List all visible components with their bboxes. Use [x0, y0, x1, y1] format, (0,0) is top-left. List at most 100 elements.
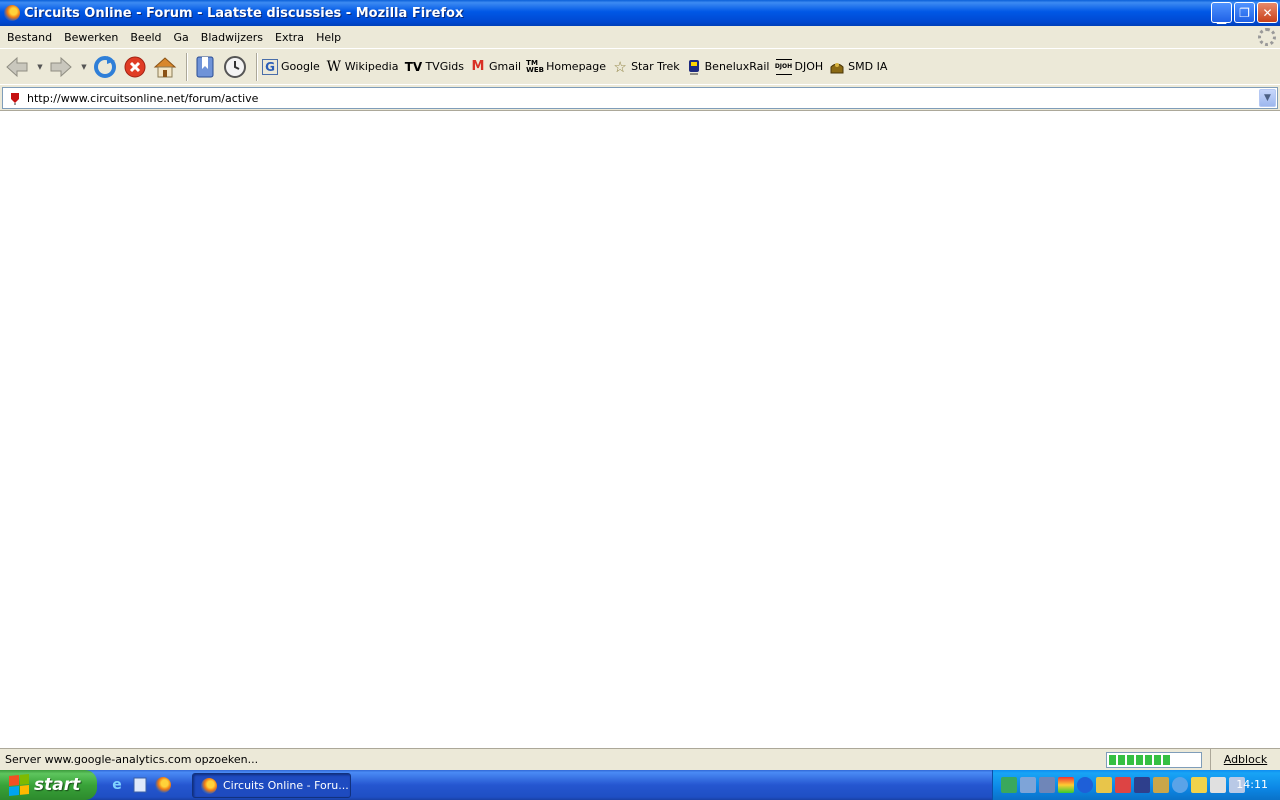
clock: 14:11 [1236, 778, 1268, 791]
menu-ga[interactable]: Ga [168, 31, 195, 44]
menu-bar: Bestand Bewerken Beeld Ga Bladwijzers Ex… [0, 26, 1280, 48]
reload-button[interactable] [92, 54, 118, 80]
menu-beeld[interactable]: Beeld [124, 31, 167, 44]
progress-segment [1109, 755, 1116, 765]
toolbar-separator [256, 52, 258, 81]
menu-bewerken[interactable]: Bewerken [58, 31, 124, 44]
forward-button[interactable] [48, 54, 74, 80]
bookmarks-sidebar-button[interactable] [192, 54, 218, 80]
url-bar[interactable]: http://www.circuitsonline.net/forum/acti… [2, 87, 1278, 109]
tray-printer-icon[interactable] [1210, 777, 1226, 793]
menu-extra[interactable]: Extra [269, 31, 310, 44]
restore-button[interactable]: ❐ [1234, 2, 1255, 23]
tray-network-icon[interactable] [1001, 777, 1017, 793]
bookmark-star-trek[interactable]: ☆ Star Trek [612, 56, 680, 78]
clock-icon [224, 55, 246, 78]
adblock-label: Adblock [1223, 753, 1268, 766]
tray-monitor-icon[interactable] [1020, 777, 1036, 793]
tray-tool-icon[interactable] [1153, 777, 1169, 793]
bookmark-label: Gmail [489, 60, 522, 73]
stop-button[interactable] [122, 54, 148, 80]
tray-security-icon[interactable] [1115, 777, 1131, 793]
tray-globe-icon[interactable] [1172, 777, 1188, 793]
taskbar: start e Circuits Online - Foru... 14:11 [0, 770, 1280, 800]
minimize-button[interactable]: ▁ [1211, 2, 1232, 23]
adblock-button[interactable]: Adblock [1210, 749, 1280, 770]
internet-explorer-icon: e [112, 777, 122, 793]
bookmark-label: Star Trek [631, 60, 680, 73]
url-input[interactable]: http://www.circuitsonline.net/forum/acti… [27, 92, 258, 105]
site-favicon-icon [11, 93, 19, 105]
status-text: Server www.google-analytics.com opzoeken… [5, 753, 259, 766]
smd-icon [829, 59, 845, 75]
bookmark-gmail[interactable]: M Gmail [470, 56, 522, 78]
reload-icon [94, 55, 116, 78]
star-icon: ☆ [613, 57, 627, 76]
train-icon [686, 59, 702, 75]
url-history-dropdown[interactable]: ▼ [1259, 89, 1276, 107]
bookmark-smd-ia[interactable]: SMD IA [829, 56, 887, 78]
address-toolbar: http://www.circuitsonline.net/forum/acti… [0, 85, 1280, 111]
google-icon: G [262, 58, 278, 75]
back-arrow-icon [6, 56, 28, 77]
bookmark-label: Wikipedia [344, 60, 399, 73]
bookmark-google[interactable]: G Google [262, 56, 320, 78]
throbber-icon [1258, 28, 1276, 46]
firefox-icon [201, 777, 217, 794]
back-button[interactable] [4, 54, 30, 80]
start-button[interactable]: start [0, 770, 97, 800]
progress-segment [1154, 755, 1161, 765]
gmail-icon: M [471, 59, 485, 74]
close-button[interactable]: ✕ [1257, 2, 1278, 23]
progress-segment [1127, 755, 1134, 765]
system-tray: 14:11 [992, 770, 1280, 800]
bookmark-wikipedia[interactable]: W Wikipedia [326, 56, 399, 78]
windows-logo-icon [9, 773, 29, 797]
progress-segment [1163, 755, 1170, 765]
progress-segment [1136, 755, 1143, 765]
tray-meter-icon[interactable] [1058, 777, 1074, 793]
bookmark-homepage[interactable]: TM WEB Homepage [526, 56, 607, 78]
bookmark-label: Google [281, 60, 320, 73]
bookmark-label: DJOH [794, 60, 824, 73]
progress-segment [1118, 755, 1125, 765]
bookmark-tvgids[interactable]: TV TVGids [404, 56, 464, 78]
firefox-icon [155, 777, 171, 793]
quicklaunch-desktop-button[interactable] [131, 776, 149, 794]
home-button[interactable] [152, 54, 178, 80]
restore-icon: ❐ [1239, 5, 1250, 20]
bluetooth-icon[interactable] [1077, 777, 1093, 793]
start-label: start [34, 775, 81, 795]
bookmark-label: Homepage [546, 60, 607, 73]
tray-key-icon[interactable] [1191, 777, 1207, 793]
history-sidebar-button[interactable] [222, 54, 248, 80]
forward-arrow-icon [50, 56, 72, 77]
stop-icon [124, 56, 146, 77]
menu-help[interactable]: Help [310, 31, 347, 44]
quicklaunch-firefox-button[interactable] [154, 776, 172, 794]
window-title: Circuits Online - Forum - Laatste discus… [24, 5, 464, 21]
close-icon: ✕ [1262, 5, 1273, 20]
tray-app-icon[interactable] [1096, 777, 1112, 793]
forward-history-button[interactable]: ▼ [78, 54, 90, 80]
bookmark-icon [196, 56, 214, 77]
chevron-down-icon: ▼ [37, 62, 43, 71]
bookmark-label: TVGids [425, 60, 464, 73]
bookmark-label: BeneluxRail [704, 60, 770, 73]
tv-icon: TV [404, 59, 423, 74]
quicklaunch-ie-button[interactable]: e [108, 776, 126, 794]
toolbar-separator [186, 52, 188, 81]
menu-bladwijzers[interactable]: Bladwijzers [195, 31, 269, 44]
chevron-down-icon: ▼ [81, 62, 87, 71]
menu-bestand[interactable]: Bestand [1, 31, 58, 44]
tray-phone-icon[interactable] [1134, 777, 1150, 793]
taskbar-item-firefox[interactable]: Circuits Online - Foru... [192, 773, 351, 798]
navigation-toolbar: ▼ ▼ G Google W Wikipedia TV TVGids M Gma… [0, 48, 1280, 84]
back-history-button[interactable]: ▼ [34, 54, 46, 80]
home-icon [153, 56, 177, 77]
progress-segment [1145, 755, 1152, 765]
bookmark-djoh[interactable]: DJOH DJOH [775, 56, 824, 78]
tray-monitor-icon[interactable] [1039, 777, 1055, 793]
window-titlebar[interactable]: Circuits Online - Forum - Laatste discus… [0, 0, 1280, 26]
bookmark-beneluxrail[interactable]: BeneluxRail [686, 56, 770, 78]
